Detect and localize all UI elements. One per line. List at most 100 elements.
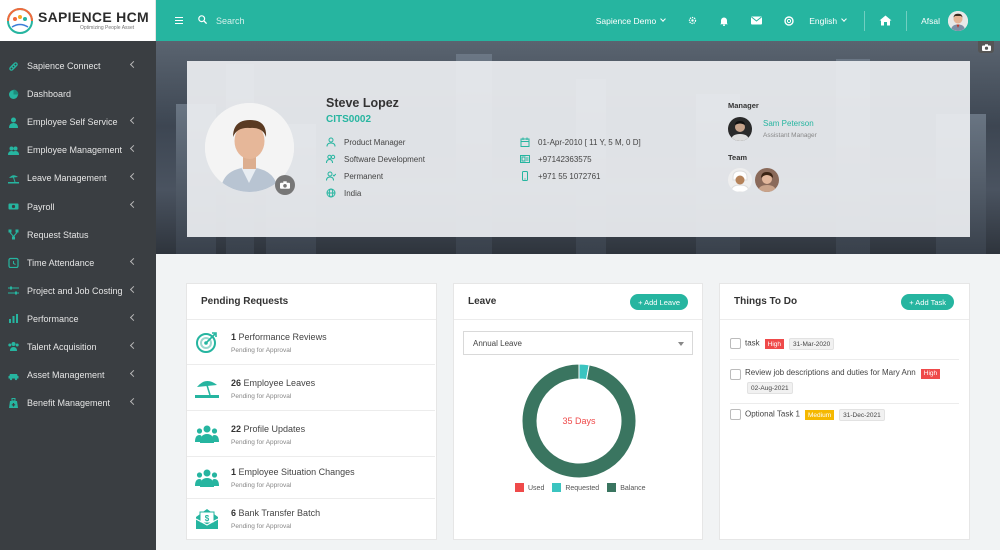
user-icon bbox=[8, 117, 19, 128]
sidebar-item-request-status[interactable]: Request Status bbox=[0, 221, 156, 249]
legend-swatch bbox=[607, 483, 617, 492]
task-checkbox[interactable] bbox=[730, 338, 741, 349]
mobile-icon bbox=[520, 171, 530, 181]
task-title: Optional Task 1 bbox=[745, 409, 800, 419]
sidebar-item-talent-acquisition[interactable]: Talent Acquisition bbox=[0, 333, 156, 361]
list-item[interactable]: 1 Performance Reviews Pending for Approv… bbox=[187, 320, 435, 365]
search-icon[interactable] bbox=[198, 15, 208, 26]
beach-icon bbox=[8, 173, 19, 184]
brand-logo[interactable]: SAPIENCE HCM Optimizing People Asset bbox=[0, 0, 156, 41]
sidebar-item-sapience-connect[interactable]: Sapience Connect bbox=[0, 52, 156, 80]
camera-icon[interactable] bbox=[275, 175, 295, 195]
list-item[interactable]: 1 Employee Situation Changes Pending for… bbox=[187, 458, 435, 499]
pending-requests-card: Pending Requests 1 Performance Reviews P… bbox=[186, 283, 437, 540]
todo-card: Things To Do + Add Task task High 31-Mar-2… bbox=[719, 283, 970, 540]
profile-card: Steve Lopez CITS0002 Product Manager Sof… bbox=[187, 61, 970, 237]
chevron-left-icon bbox=[129, 60, 138, 69]
legend-label: Balance bbox=[620, 485, 646, 492]
sidebar-item-asset-management[interactable]: Asset Management bbox=[0, 361, 156, 389]
add-leave-button[interactable]: + Add Leave bbox=[630, 294, 688, 310]
manager-heading: Manager bbox=[728, 101, 759, 110]
task-checkbox[interactable] bbox=[730, 409, 741, 420]
manager-avatar[interactable] bbox=[728, 117, 752, 141]
user-name[interactable]: Afsal bbox=[921, 16, 940, 26]
search-input[interactable] bbox=[216, 15, 366, 26]
hamburger-menu-icon[interactable] bbox=[175, 17, 183, 24]
request-count: 1 bbox=[231, 467, 237, 477]
avatar[interactable] bbox=[948, 10, 968, 31]
support-icon[interactable] bbox=[784, 15, 794, 26]
users-icon bbox=[8, 145, 19, 156]
request-status: Pending for Approval bbox=[231, 482, 292, 489]
chevron-left-icon bbox=[129, 285, 138, 293]
task-checkbox[interactable] bbox=[730, 369, 741, 380]
sliders-icon bbox=[8, 285, 19, 296]
sidebar-item-label: Leave Management bbox=[27, 173, 107, 184]
settings-icon[interactable] bbox=[688, 16, 697, 25]
mail-icon[interactable] bbox=[751, 16, 763, 25]
card-title: Pending Requests bbox=[201, 296, 289, 307]
divider bbox=[720, 319, 969, 320]
request-count: 1 bbox=[231, 332, 237, 342]
sidebar-item-benefit-management[interactable]: Benefit Management bbox=[0, 389, 156, 417]
request-count: 26 bbox=[231, 378, 242, 388]
sidebar-item-time-attendance[interactable]: Time Attendance bbox=[0, 249, 156, 277]
group-icon bbox=[8, 341, 19, 352]
sidebar-item-performance[interactable]: Performance bbox=[0, 305, 156, 333]
umbrella-icon bbox=[195, 376, 219, 400]
employee-code[interactable]: CITS0002 bbox=[326, 114, 371, 125]
legend-label: Used bbox=[528, 485, 545, 492]
department-row: Software Development bbox=[326, 154, 425, 164]
task-date-line: 02-Aug-2021 bbox=[747, 382, 793, 394]
list-item: Review job descriptions and duties for M… bbox=[730, 360, 959, 404]
task-text: Review job descriptions and duties for M… bbox=[745, 368, 941, 379]
sidebar-item-label: Employee Self Service bbox=[27, 117, 118, 128]
card-title: Things To Do bbox=[734, 296, 798, 307]
request-label: Employee Leaves bbox=[243, 378, 316, 388]
sidebar-item-label: Asset Management bbox=[27, 370, 105, 381]
sidebar-item-label: Sapience Connect bbox=[27, 61, 101, 72]
list-item[interactable]: 22 Profile Updates Pending for Approval bbox=[187, 412, 435, 457]
request-title: 6 Bank Transfer Batch bbox=[231, 508, 320, 518]
due-date-badge: 02-Aug-2021 bbox=[747, 382, 793, 394]
team-member-avatar[interactable] bbox=[755, 168, 779, 192]
sidebar-item-label: Payroll bbox=[27, 201, 55, 212]
manager-name[interactable]: Sam Peterson bbox=[763, 119, 814, 128]
team-member-avatar[interactable] bbox=[728, 168, 752, 192]
request-status: Pending for Approval bbox=[231, 523, 292, 530]
camera-icon[interactable] bbox=[978, 41, 994, 53]
sidebar-item-leave-management[interactable]: Leave Management bbox=[0, 164, 156, 192]
legend-item-balance: Balance bbox=[607, 483, 646, 492]
leave-type-select[interactable]: Annual Leave bbox=[463, 331, 693, 355]
sidebar-item-dashboard[interactable]: Dashboard bbox=[0, 80, 156, 108]
logo-icon bbox=[6, 7, 34, 35]
svg-text:$: $ bbox=[205, 514, 210, 523]
company-selector[interactable]: Sapience Demo bbox=[595, 15, 667, 26]
manager-role: Assistant Manager bbox=[763, 132, 817, 139]
sidebar-item-employee-management[interactable]: Employee Management bbox=[0, 136, 156, 164]
brand-title: SAPIENCE HCM bbox=[38, 9, 149, 25]
home-icon[interactable] bbox=[879, 15, 892, 26]
priority-badge: High bbox=[920, 368, 941, 379]
bell-icon[interactable] bbox=[719, 16, 729, 26]
leave-donut-chart: 35 Days bbox=[521, 364, 637, 479]
chevron-left-icon bbox=[129, 117, 138, 125]
sitemap-icon bbox=[8, 229, 19, 240]
user-check-icon bbox=[326, 171, 336, 181]
sidebar-item-employee-self-service[interactable]: Employee Self Service bbox=[0, 108, 156, 136]
donut-center-label: 35 Days bbox=[562, 416, 596, 426]
caret-down-icon bbox=[678, 342, 684, 346]
company-label: Sapience Demo bbox=[595, 15, 657, 26]
request-status: Pending for Approval bbox=[231, 347, 292, 354]
task-text: Optional Task 1 Medium 31-Dec-2021 bbox=[745, 409, 885, 421]
language-selector[interactable]: English bbox=[809, 16, 847, 26]
list-item[interactable]: $ 6 Bank Transfer Batch Pending for Appr… bbox=[187, 499, 435, 540]
add-task-button[interactable]: + Add Task bbox=[901, 294, 954, 310]
request-title: 1 Performance Reviews bbox=[231, 332, 327, 342]
list-item: Optional Task 1 Medium 31-Dec-2021 bbox=[730, 404, 959, 430]
chart-icon bbox=[8, 313, 19, 324]
sidebar-item-payroll[interactable]: Payroll bbox=[0, 192, 156, 220]
sidebar-item-project-job-costing[interactable]: Project and Job Costing bbox=[0, 277, 156, 305]
list-item[interactable]: 26 Employee Leaves Pending for Approval bbox=[187, 366, 435, 411]
task-title: task bbox=[745, 338, 760, 348]
